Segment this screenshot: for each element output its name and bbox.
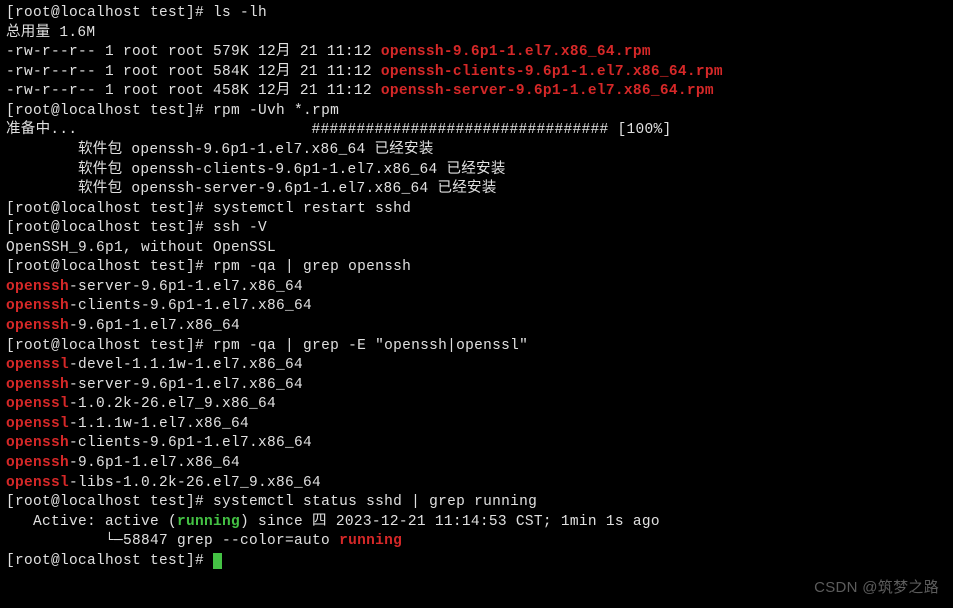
shell-prompt: [root@localhost test]# [6,338,213,354]
grep-match: openssl [6,475,69,491]
terminal-line: [root@localhost test]# rpm -qa | grep -E… [6,337,947,357]
terminal-line: openssl-devel-1.1.1w-1.el7.x86_64 [6,356,947,376]
terminal-line: openssh-9.6p1-1.el7.x86_64 [6,454,947,474]
grep-match: openssh [6,318,69,334]
terminal-line: [root@localhost test]# ls -lh [6,4,947,24]
terminal-line: -rw-r--r-- 1 root root 584K 12月 21 11:12… [6,63,947,83]
terminal-line: openssh-server-9.6p1-1.el7.x86_64 [6,376,947,396]
rpm-filename: openssh-server-9.6p1-1.el7.x86_64.rpm [381,83,714,99]
shell-prompt: [root@localhost test]# [6,259,213,275]
shell-prompt: [root@localhost test]# [6,5,213,21]
shell-prompt: [root@localhost test]# [6,220,213,236]
terminal-line: openssh-9.6p1-1.el7.x86_64 [6,317,947,337]
watermark: CSDN @筑梦之路 [814,578,939,598]
terminal-line: 准备中... #################################… [6,121,947,141]
terminal-line: openssh-server-9.6p1-1.el7.x86_64 [6,278,947,298]
shell-prompt: [root@localhost test]# [6,103,213,119]
terminal-output[interactable]: [root@localhost test]# ls -lh总用量 1.6M-rw… [6,4,947,571]
shell-prompt: [root@localhost test]# [6,553,213,569]
terminal-line: └─58847 grep --color=auto running [6,532,947,552]
terminal-line: 总用量 1.6M [6,24,947,44]
status-running: running [177,514,240,530]
terminal-line: -rw-r--r-- 1 root root 579K 12月 21 11:12… [6,43,947,63]
shell-prompt: [root@localhost test]# [6,201,213,217]
terminal-line: [root@localhost test]# ssh -V [6,219,947,239]
grep-match: openssl [6,357,69,373]
terminal-line: -rw-r--r-- 1 root root 458K 12月 21 11:12… [6,82,947,102]
terminal-line: openssh-clients-9.6p1-1.el7.x86_64 [6,434,947,454]
grep-match: openssl [6,396,69,412]
terminal-line: [root@localhost test]# systemctl status … [6,493,947,513]
terminal-line: [root@localhost test]# rpm -Uvh *.rpm [6,102,947,122]
shell-prompt: [root@localhost test]# [6,494,213,510]
terminal-line: 软件包 openssh-server-9.6p1-1.el7.x86_64 已经… [6,180,947,200]
grep-match: openssh [6,455,69,471]
terminal-line: 软件包 openssh-9.6p1-1.el7.x86_64 已经安装 [6,141,947,161]
terminal-line: [root@localhost test]# [6,552,947,572]
grep-match: running [339,533,402,549]
cursor[interactable] [213,553,222,569]
rpm-filename: openssh-clients-9.6p1-1.el7.x86_64.rpm [381,64,723,80]
terminal-line: [root@localhost test]# systemctl restart… [6,200,947,220]
terminal-line: 软件包 openssh-clients-9.6p1-1.el7.x86_64 已… [6,161,947,181]
rpm-filename: openssh-9.6p1-1.el7.x86_64.rpm [381,44,651,60]
grep-match: openssh [6,279,69,295]
terminal-line: Active: active (running) since 四 2023-12… [6,513,947,533]
grep-match: openssh [6,298,69,314]
grep-match: openssl [6,416,69,432]
grep-match: openssh [6,377,69,393]
grep-match: openssh [6,435,69,451]
terminal-line: openssh-clients-9.6p1-1.el7.x86_64 [6,297,947,317]
terminal-line: OpenSSH_9.6p1, without OpenSSL [6,239,947,259]
terminal-line: openssl-libs-1.0.2k-26.el7_9.x86_64 [6,474,947,494]
terminal-line: openssl-1.1.1w-1.el7.x86_64 [6,415,947,435]
terminal-line: openssl-1.0.2k-26.el7_9.x86_64 [6,395,947,415]
terminal-line: [root@localhost test]# rpm -qa | grep op… [6,258,947,278]
